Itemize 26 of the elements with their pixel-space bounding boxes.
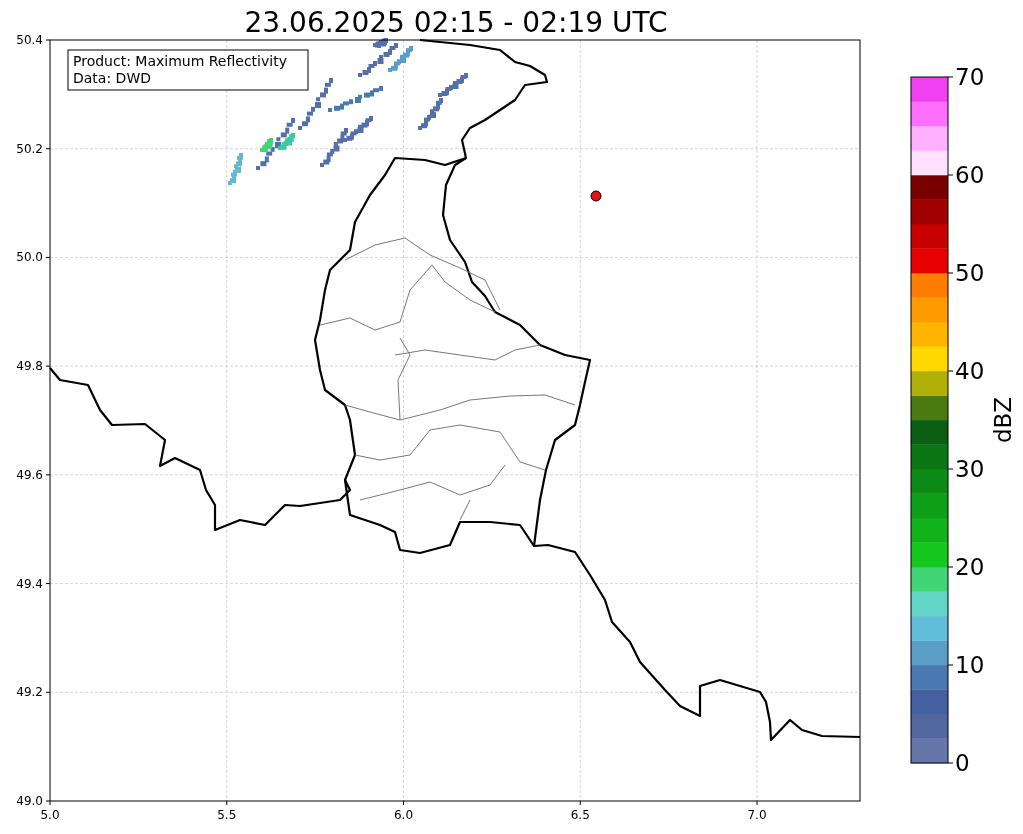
y-tick-label: 49.0 — [16, 794, 43, 808]
colorbar-tick-label: 20 — [955, 554, 985, 580]
x-tick-label: 5.0 — [40, 808, 60, 822]
colorbar-tick-label: 70 — [955, 64, 985, 90]
colorbar-tick-label: 50 — [955, 260, 985, 286]
chart-title: 23.06.2025 02:15 - 02:19 UTC — [244, 6, 668, 39]
y-tick-label: 49.2 — [16, 685, 43, 700]
y-tick-label: 49.4 — [16, 576, 43, 591]
x-tick-label: 6.0 — [393, 808, 414, 822]
y-tick-label: 49.8 — [16, 359, 43, 374]
colorbar-tick-label: 40 — [955, 358, 985, 384]
legend-text: Data: DWD — [73, 70, 151, 86]
x-tick-label: 6.5 — [570, 808, 590, 822]
y-tick-label: 50.2 — [16, 141, 43, 156]
colorbar-tick-label: 0 — [955, 750, 970, 776]
location-marker — [590, 190, 602, 202]
colorbar-tick-label: 60 — [955, 162, 985, 188]
y-tick-label: 50.4 — [16, 33, 43, 47]
legend-text: Product: Maximum Reflectivity — [73, 53, 287, 69]
colorbar-tick-label: 30 — [955, 456, 985, 482]
colorbar-label: dBZ — [990, 396, 1016, 444]
colorbar-tick-label: 10 — [955, 652, 985, 678]
y-tick-label: 50.0 — [16, 250, 43, 265]
x-tick-label: 5.5 — [217, 808, 237, 822]
y-tick-label: 49.6 — [16, 467, 43, 482]
x-tick-label: 7.0 — [747, 808, 767, 822]
